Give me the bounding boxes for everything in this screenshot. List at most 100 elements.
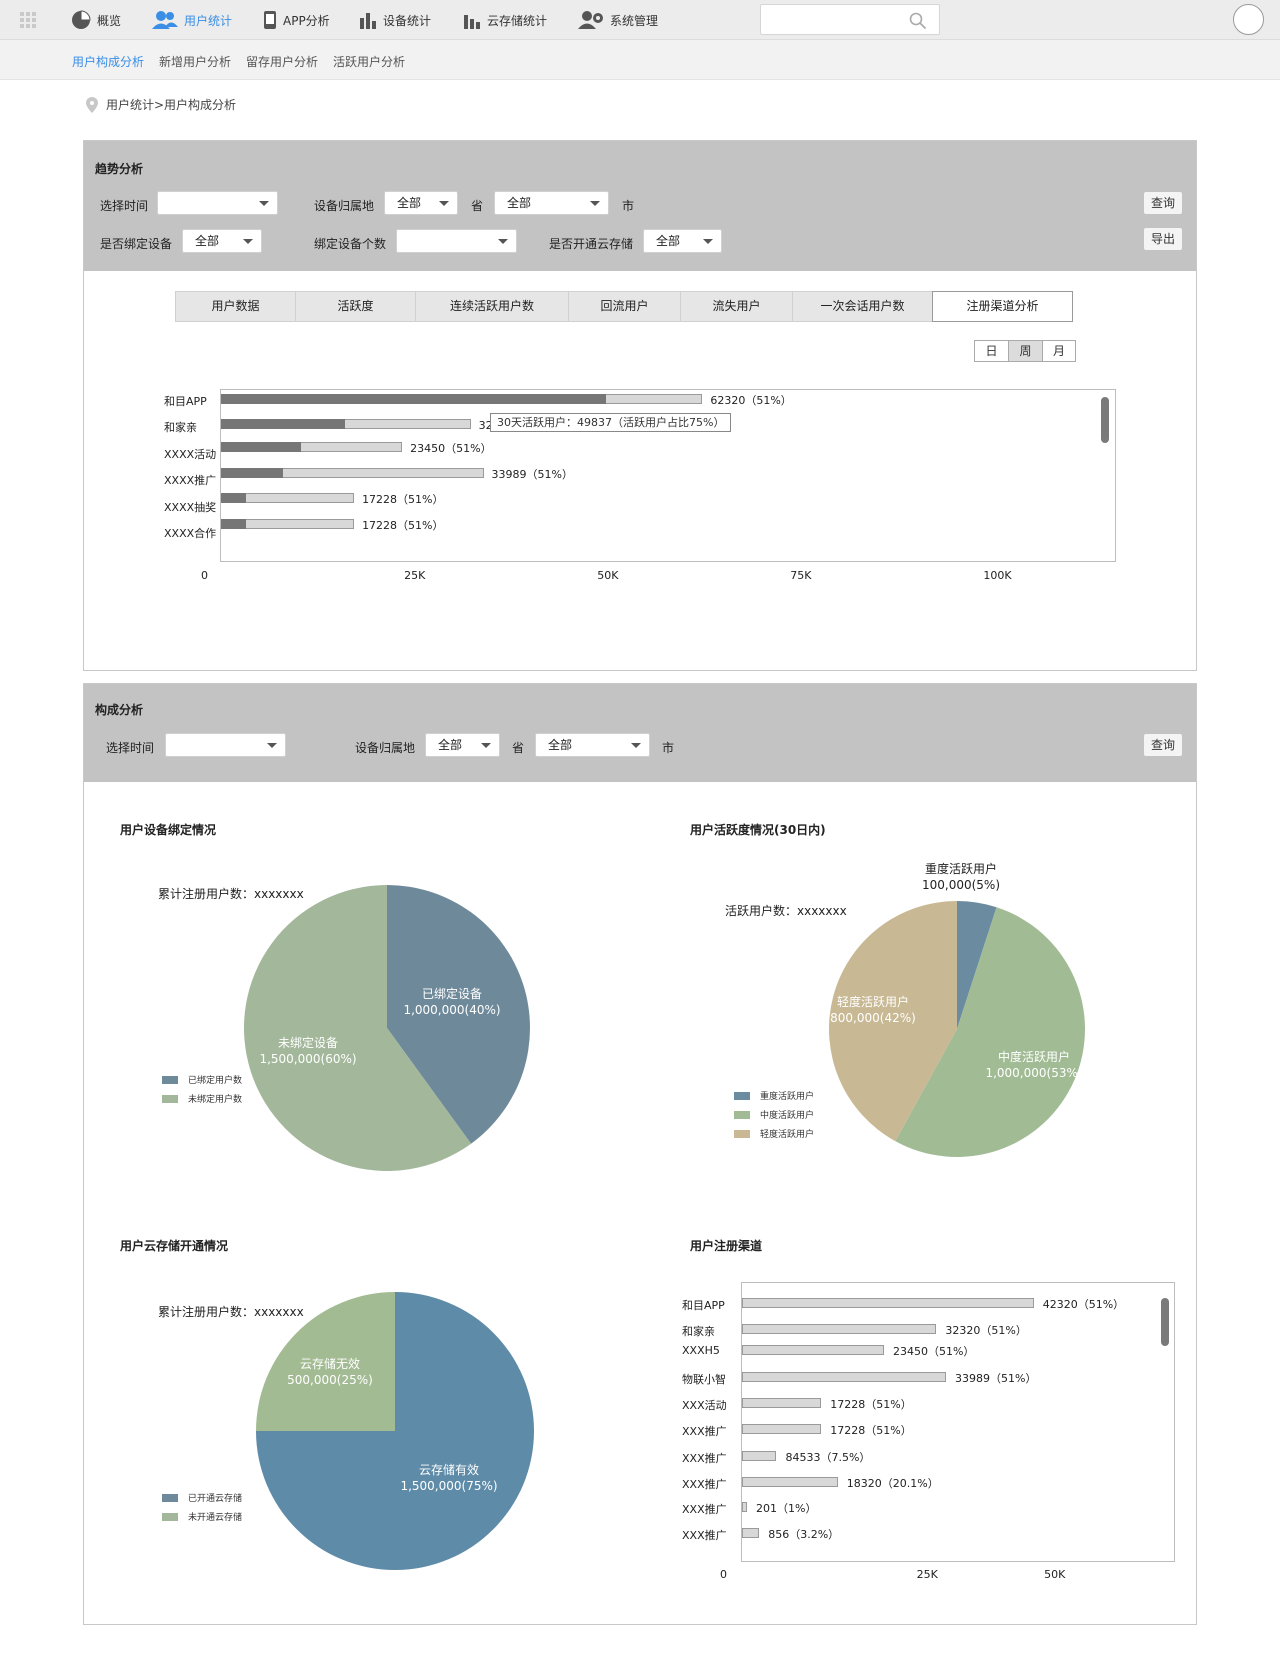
period-month[interactable]: 月 xyxy=(1042,340,1076,362)
province-select[interactable]: 全部 xyxy=(384,191,458,215)
chart-tooltip: 30天活跃用户：49837（活跃用户占比75%） xyxy=(490,413,732,432)
bar-value-label: 17228（51%） xyxy=(362,519,444,532)
composition-filter-bar: 构成分析 选择时间 设备归属地 全部 省 全部 市 查询 xyxy=(84,684,1196,782)
bar-value-label: 23450（51%） xyxy=(410,442,492,455)
x-tick-label: 100K xyxy=(983,569,1012,582)
app-grid-icon[interactable] xyxy=(20,12,36,28)
avatar[interactable] xyxy=(1233,4,1264,35)
legend-item: 中度活跃用户 xyxy=(734,1105,814,1124)
category-label: XXX推广 xyxy=(682,1503,727,1516)
subnav-retained-users[interactable]: 留存用户分析 xyxy=(246,53,318,70)
chart-scrollbar[interactable] xyxy=(1101,397,1109,443)
query-button[interactable]: 查询 xyxy=(1143,733,1183,757)
nav-label: 设备统计 xyxy=(383,13,432,28)
subnav-user-composition[interactable]: 用户构成分析 xyxy=(72,53,144,70)
channel-chart-title: 用户注册渠道 xyxy=(690,1239,763,1253)
export-button[interactable]: 导出 xyxy=(1143,227,1183,251)
search-icon[interactable] xyxy=(909,12,927,30)
binding-legend: 已绑定用户数 未绑定用户数 xyxy=(162,1070,242,1108)
x-tick-label: 75K xyxy=(790,569,812,582)
device-count-select[interactable] xyxy=(396,229,517,253)
trend-tabs: 用户数据 活跃度 连续活跃用户数 回流用户 流失用户 一次会话用户数 注册渠道分… xyxy=(175,291,1073,322)
bar-total xyxy=(742,1502,747,1512)
category-label: 和家亲 xyxy=(164,421,197,434)
bound-select[interactable]: 全部 xyxy=(182,229,262,253)
bar-active xyxy=(221,493,246,503)
bar-value-label: 856（3.2%） xyxy=(768,1528,840,1541)
category-label: XXXX活动 xyxy=(164,448,217,461)
bar-value-label: 42320（51%） xyxy=(1042,1298,1125,1311)
period-day[interactable]: 日 xyxy=(974,340,1008,362)
nav-item-user-stats[interactable]: 用户统计 xyxy=(152,0,232,40)
chart-scrollbar[interactable] xyxy=(1161,1298,1169,1346)
bar-chart-icon xyxy=(360,13,376,29)
bar-active xyxy=(221,394,606,404)
panel-title: 趋势分析 xyxy=(95,162,144,176)
city-select[interactable]: 全部 xyxy=(494,191,609,215)
panel-title: 构成分析 xyxy=(95,703,144,717)
query-button[interactable]: 查询 xyxy=(1143,191,1183,215)
region-label: 设备归属地 xyxy=(355,741,416,755)
cloud-select[interactable]: 全部 xyxy=(643,229,722,253)
bar-total xyxy=(742,1372,947,1382)
nav-label: 系统管理 xyxy=(610,13,659,28)
trend-analysis-panel: 趋势分析 选择时间 设备归属地 全部 省 全部 市 是否绑定设备 全部 绑定设备… xyxy=(83,140,1197,671)
bar-value-label: 84533（7.5%） xyxy=(785,1451,871,1464)
period-week[interactable]: 周 xyxy=(1008,340,1042,362)
phone-icon xyxy=(264,11,276,29)
subnav-active-users[interactable]: 活跃用户分析 xyxy=(333,53,405,70)
search-input[interactable] xyxy=(760,4,940,35)
subnav-new-users[interactable]: 新增用户分析 xyxy=(159,53,231,70)
bound-label: 是否绑定设备 xyxy=(100,237,173,251)
bar-total xyxy=(742,1324,937,1334)
nav-item-device-stats[interactable]: 设备统计 xyxy=(359,0,431,40)
pie-chart-icon xyxy=(72,10,91,29)
category-label: 物联小智 xyxy=(682,1373,726,1386)
category-label: XXXX推广 xyxy=(164,474,217,487)
slice-label-medium: 中度活跃用户 1,000,000(53%) xyxy=(985,1050,1083,1080)
slice-label-cloud-invalid: 云存储无效 500,000(25%) xyxy=(287,1357,373,1387)
time-select[interactable] xyxy=(165,733,286,757)
tab-lost-users[interactable]: 流失用户 xyxy=(680,291,792,322)
tab-continuous-active[interactable]: 连续活跃用户数 xyxy=(415,291,568,322)
location-pin-icon xyxy=(86,96,98,113)
legend-item: 已开通云存储 xyxy=(162,1488,242,1507)
activity-pie-chart xyxy=(829,901,1085,1157)
category-label: XXX推广 xyxy=(682,1478,727,1491)
tab-user-data[interactable]: 用户数据 xyxy=(175,291,295,322)
time-select[interactable] xyxy=(157,191,278,215)
province-suffix: 省 xyxy=(512,741,525,755)
tab-channel-analysis[interactable]: 注册渠道分析 xyxy=(932,291,1073,322)
bar-value-label: 17228（51%） xyxy=(830,1398,912,1411)
bar-total xyxy=(742,1398,822,1408)
nav-item-overview[interactable]: 概览 xyxy=(71,0,121,40)
city-suffix: 市 xyxy=(662,741,675,755)
breadcrumb: 用户统计>用户构成分析 xyxy=(86,96,236,113)
bar-active xyxy=(221,419,345,429)
tab-one-session[interactable]: 一次会话用户数 xyxy=(792,291,932,322)
cloud-pie-chart xyxy=(256,1292,534,1570)
city-select[interactable]: 全部 xyxy=(535,733,650,757)
category-label: 和目APP xyxy=(682,1299,725,1312)
region-label: 设备归属地 xyxy=(314,199,375,213)
tab-returning-users[interactable]: 回流用户 xyxy=(568,291,680,322)
province-select[interactable]: 全部 xyxy=(425,733,500,757)
bar-value-label: 17228（51%） xyxy=(362,493,444,506)
trend-filter-bar: 趋势分析 选择时间 设备归属地 全部 省 全部 市 是否绑定设备 全部 绑定设备… xyxy=(84,141,1196,271)
tab-activity[interactable]: 活跃度 xyxy=(295,291,415,322)
bar-total xyxy=(742,1424,822,1434)
nav-item-app-analysis[interactable]: APP分析 xyxy=(263,0,330,40)
activity-chart-title: 用户活跃度情况(30日内) xyxy=(690,823,826,837)
bar-total xyxy=(742,1477,838,1487)
users-icon xyxy=(152,11,178,29)
slice-label-cloud-valid: 云存储有效 1,500,000(75%) xyxy=(400,1463,498,1493)
period-toggle: 日 周 月 xyxy=(974,340,1076,362)
activity-legend: 重度活跃用户 中度活跃用户 轻度活跃用户 xyxy=(734,1086,814,1143)
top-nav-bar: 概览 用户统计 APP分析 设备统计 云存储统计 系统管理 xyxy=(0,0,1280,40)
slice-label-heavy: 重度活跃用户 100,000(5%) xyxy=(921,862,1001,892)
bar-value-label: 32320（51%） xyxy=(945,1324,1027,1337)
nav-item-cloud-stats[interactable]: 云存储统计 xyxy=(463,0,547,40)
nav-item-system-admin[interactable]: 系统管理 xyxy=(578,0,658,40)
category-label: XXXX合作 xyxy=(164,527,217,540)
legend-item: 轻度活跃用户 xyxy=(734,1124,814,1143)
